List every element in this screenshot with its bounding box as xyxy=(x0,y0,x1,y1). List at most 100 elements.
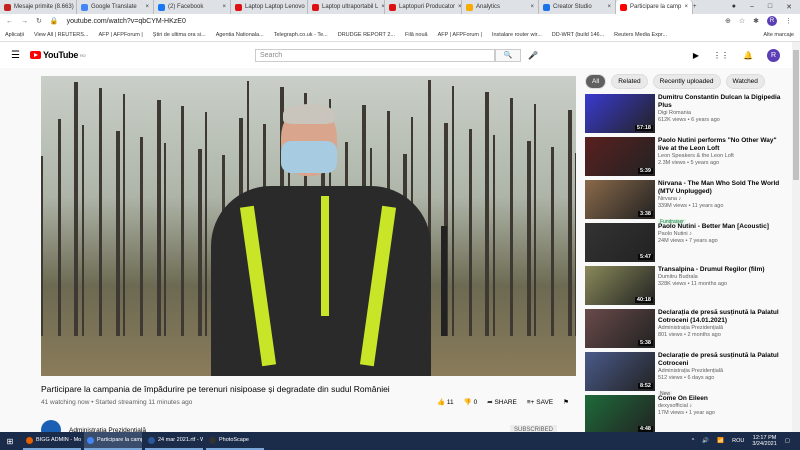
tray-expand-icon[interactable]: ^ xyxy=(692,438,695,444)
recommendation-title[interactable]: Dumitru Constantin Dulcan la Digipedia P… xyxy=(658,94,785,110)
video-thumbnail[interactable]: 5:47 xyxy=(585,223,655,262)
recommendation-title[interactable]: Come On Eileen xyxy=(658,395,715,403)
account-avatar[interactable]: R xyxy=(767,48,780,62)
volume-icon[interactable]: 🔊 xyxy=(702,438,709,444)
recommendation-channel[interactable]: Administrația Prezidențială xyxy=(658,325,785,332)
like-button[interactable]: 👍 11 xyxy=(437,398,454,406)
youtube-logo[interactable]: YouTube RO xyxy=(29,50,86,60)
reload-icon[interactable]: ↻ xyxy=(36,17,42,25)
recommendation-channel[interactable]: Paolo Nutini ♪ xyxy=(658,231,769,238)
close-window-icon[interactable]: ✕ xyxy=(786,3,792,11)
video-thumbnail[interactable]: 8:52 xyxy=(585,352,655,391)
bookmark-item[interactable]: Agentia Nationala... xyxy=(216,32,264,38)
chip-watched[interactable]: Watched xyxy=(725,74,765,89)
clock[interactable]: 12:17 PM 3/24/2021 xyxy=(752,435,776,447)
browser-tab[interactable]: (2) Facebook × xyxy=(154,0,231,14)
bookmark-item[interactable]: DD-WRT (build 146... xyxy=(552,32,604,38)
browser-tab[interactable]: Google Translate × xyxy=(77,0,154,14)
new-tab-button[interactable]: + xyxy=(693,4,697,10)
browser-tab[interactable]: Mesaje primite (8.663)× xyxy=(0,0,77,14)
tab-close-icon[interactable]: × xyxy=(145,4,149,10)
report-flag-icon[interactable]: ⚑ xyxy=(563,398,569,406)
apps-grid-icon[interactable]: ⋮⋮ xyxy=(713,51,729,60)
bookmark-item[interactable]: AFP | AFPForum | xyxy=(438,32,482,38)
video-thumbnail[interactable]: 5:39 xyxy=(585,137,655,176)
recommendation-channel[interactable]: Administrația Prezidențială xyxy=(658,368,785,375)
tab-close-icon[interactable]: × xyxy=(530,4,534,10)
recommendation-title[interactable]: Nirvana - The Man Who Sold The World (MT… xyxy=(658,180,785,196)
recommendation-title[interactable]: Paolo Nutini - Better Man [Acoustic] xyxy=(658,223,769,231)
taskbar-app[interactable]: BIGG ADMIN - Moz... xyxy=(23,432,81,450)
browser-tab[interactable]: Analytics × xyxy=(462,0,539,14)
recommendation-channel[interactable]: Digi Romania xyxy=(658,110,785,117)
account-circle-icon[interactable]: ● xyxy=(732,3,736,11)
bookmark-item[interactable]: Instalare router wir... xyxy=(492,32,542,38)
back-icon[interactable]: ← xyxy=(6,18,13,25)
recommendation-item[interactable]: 3:38 Nirvana - The Man Who Sold The World… xyxy=(585,180,785,225)
other-bookmarks[interactable]: Alte marcaje xyxy=(763,32,800,38)
recommendation-title[interactable]: Paolo Nutini performs "No Other Way" liv… xyxy=(658,137,785,153)
browser-tab[interactable]: Participare la camp × xyxy=(616,0,693,14)
dislike-button[interactable]: 👎 0 xyxy=(464,398,478,406)
taskbar-app[interactable]: PhotoScape xyxy=(206,432,264,450)
bookmark-item[interactable]: Filă nouă xyxy=(405,32,428,38)
minimize-icon[interactable]: – xyxy=(750,3,754,11)
recommendation-item[interactable]: 5:47 Paolo Nutini - Better Man [Acoustic]… xyxy=(585,223,785,266)
recommendation-title[interactable]: Declarația de presă susținută la Palatul… xyxy=(658,309,785,325)
bookmark-item[interactable]: Aplicații xyxy=(5,32,24,38)
recommendation-channel[interactable]: dexysofficial ♪ xyxy=(658,403,715,410)
microphone-icon[interactable]: 🎤 xyxy=(528,51,538,60)
recommendation-item[interactable]: 8:52 Declarație de presă susținută la Pal… xyxy=(585,352,785,397)
chip-recently-uploaded[interactable]: Recently uploaded xyxy=(652,74,721,89)
bookmark-item[interactable]: Știri de ultima ora si... xyxy=(153,32,206,38)
video-thumbnail[interactable]: 57:18 xyxy=(585,94,655,133)
forward-icon[interactable]: → xyxy=(21,18,28,25)
bookmark-item[interactable]: DRUDGE REPORT 2... xyxy=(338,32,395,38)
browser-tab[interactable]: Creator Studio × xyxy=(539,0,616,14)
video-thumbnail[interactable]: 3:38 xyxy=(585,180,655,219)
video-player[interactable] xyxy=(41,76,576,376)
recommendation-channel[interactable]: Dumitru Budrala xyxy=(658,274,765,281)
recommendation-title[interactable]: Transalpina - Drumul Regilor (film) xyxy=(658,266,765,274)
tab-close-icon[interactable]: × xyxy=(684,4,688,10)
recommendation-channel[interactable]: Nirvana ♪ xyxy=(658,196,785,203)
browser-tab[interactable]: Laptopuri Producator × xyxy=(385,0,462,14)
recommendation-channel[interactable]: Leon Speakers & the Leon Loft xyxy=(658,153,785,160)
browser-tab[interactable]: Laptop ultraportabil L × xyxy=(308,0,385,14)
taskbar-app[interactable]: 24 mar 2021.rtf - W... xyxy=(145,432,203,450)
install-icon[interactable]: ⊕ xyxy=(725,17,731,25)
maximize-icon[interactable]: □ xyxy=(768,3,772,11)
bookmark-item[interactable]: View All | REUTERS... xyxy=(34,32,89,38)
tab-close-icon[interactable]: × xyxy=(222,4,226,10)
notifications-icon[interactable]: ▢ xyxy=(785,438,790,444)
page-scrollbar[interactable] xyxy=(792,42,800,432)
windows-start-icon[interactable]: ⊞ xyxy=(0,437,20,446)
video-thumbnail[interactable]: 5:38 xyxy=(585,309,655,348)
network-icon[interactable]: 📶 xyxy=(717,438,724,444)
recommendation-title[interactable]: Declarație de presă susținută la Palatul… xyxy=(658,352,785,368)
search-input[interactable]: Search xyxy=(255,48,495,62)
notifications-bell-icon[interactable]: 🔔 xyxy=(743,51,753,60)
scrollbar-thumb[interactable] xyxy=(793,50,799,180)
profile-avatar[interactable]: R xyxy=(767,16,777,26)
search-button[interactable]: 🔍 xyxy=(495,48,521,62)
create-video-icon[interactable]: ▶ xyxy=(693,51,699,60)
recommendation-item[interactable]: 40:18 Transalpina - Drumul Regilor (film)… xyxy=(585,266,785,309)
bookmark-item[interactable]: Telegraph.co.uk - Te... xyxy=(274,32,328,38)
recommendation-item[interactable]: 57:18 Dumitru Constantin Dulcan la Digipe… xyxy=(585,94,785,137)
taskbar-app[interactable]: Participare la camp... xyxy=(84,432,142,450)
chip-related[interactable]: Related xyxy=(611,74,648,89)
menu-icon[interactable]: ⋮ xyxy=(785,17,792,25)
save-button[interactable]: ≡+ SAVE xyxy=(527,399,553,406)
recommendation-item[interactable]: 5:39 Paolo Nutini performs "No Other Way"… xyxy=(585,137,785,180)
extensions-icon[interactable]: ✱ xyxy=(753,17,759,25)
tab-close-icon[interactable]: × xyxy=(607,4,611,10)
chip-all[interactable]: All xyxy=(585,74,607,89)
bookmark-item[interactable]: Reuters Media Expr... xyxy=(614,32,667,38)
recommendation-item[interactable]: 5:38 Declarația de presă susținută la Pal… xyxy=(585,309,785,352)
language-indicator[interactable]: ROU xyxy=(732,438,744,444)
browser-tab[interactable]: Laptop Laptop Lenovo× xyxy=(231,0,308,14)
bookmark-item[interactable]: AFP | AFPForum | xyxy=(98,32,142,38)
video-thumbnail[interactable]: 40:18 xyxy=(585,266,655,305)
video-thumbnail[interactable]: 4:48 xyxy=(585,395,655,434)
